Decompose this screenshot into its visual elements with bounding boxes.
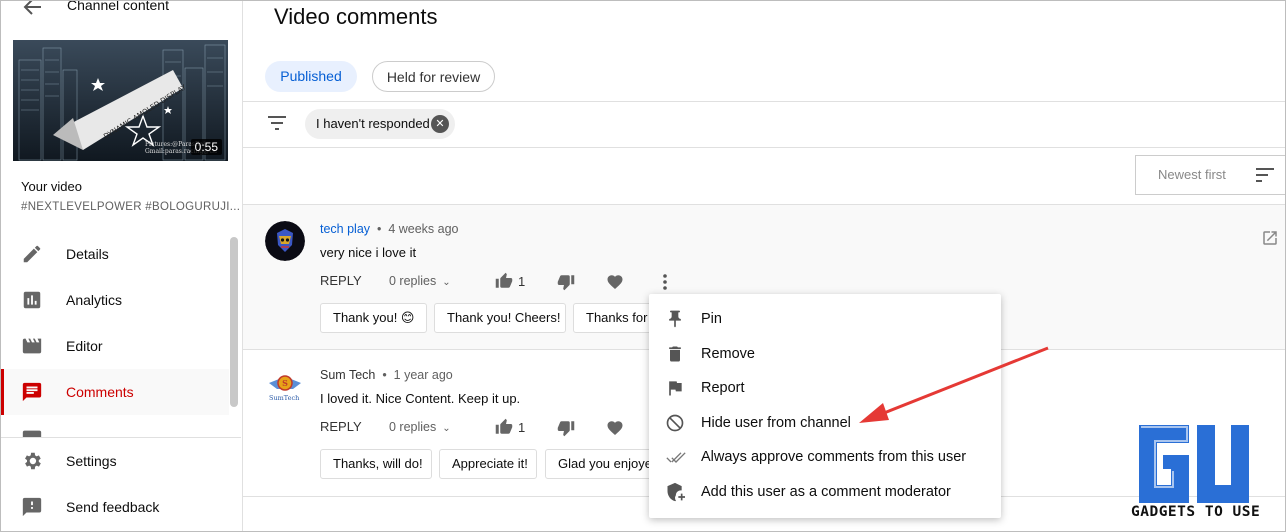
sidebar-bottom-nav: Settings Send feedback — [1, 437, 241, 530]
filter-chip[interactable]: I haven't responded ✕ — [305, 109, 455, 139]
app-frame: Channel content DYNAMIC AMOLED DISPLAY P… — [0, 0, 1286, 532]
sidebar-item-analytics[interactable]: Analytics — [1, 277, 229, 323]
replies-count: 0 replies — [389, 420, 437, 434]
avatar-text: SumTech — [269, 394, 300, 402]
divider — [243, 147, 1285, 148]
menu-item-label: Hide user from channel — [701, 415, 851, 431]
heart-icon[interactable] — [606, 419, 624, 437]
thumbs-up-icon[interactable] — [494, 418, 514, 436]
gear-icon — [25, 452, 41, 470]
comment-text: I loved it. Nice Content. Keep it up. — [320, 391, 521, 406]
quick-reply-chip[interactable]: Appreciate it! — [439, 449, 537, 479]
sidebar: Channel content DYNAMIC AMOLED DISPLAY P… — [1, 0, 243, 531]
avatar-image — [265, 221, 305, 261]
comment-author[interactable]: Sum Tech — [320, 368, 375, 382]
avatar[interactable] — [265, 221, 305, 261]
menu-item-label: Add this user as a comment moderator — [701, 484, 951, 500]
chevron-down-icon: ⌄ — [442, 277, 451, 288]
comment-time: 1 year ago — [393, 368, 453, 382]
thumbs-down-icon[interactable] — [556, 419, 576, 437]
filter-chip-label: I haven't responded — [316, 116, 430, 131]
comments-icon — [22, 382, 42, 402]
quick-reply-chip[interactable]: Thanks, will do! — [320, 449, 432, 479]
sort-label: Newest first — [1158, 167, 1226, 182]
sidebar-item-label: Send feedback — [66, 499, 160, 515]
filter-icon[interactable] — [267, 115, 287, 131]
comment-text: very nice i love it — [320, 245, 417, 260]
watermark-text: GADGETS TO USE — [1131, 504, 1261, 520]
clapperboard-icon — [22, 338, 42, 354]
sidebar-nav: Details Analytics Editor Comments — [1, 231, 241, 461]
menu-item-always-approve[interactable]: Always approve comments from this user — [649, 440, 1001, 474]
sort-dropdown[interactable]: Newest first — [1135, 155, 1285, 195]
your-video-label: Your video — [21, 179, 82, 194]
back-arrow-icon[interactable] — [23, 0, 43, 16]
quick-reply-chip[interactable]: Glad you enjoyed — [545, 449, 655, 479]
like-count: 1 — [518, 274, 526, 289]
comment-context-menu: Pin Remove Report Hide user from channel… — [649, 294, 1001, 518]
tab-held-for-review[interactable]: Held for review — [372, 61, 495, 92]
menu-item-label: Remove — [701, 346, 755, 362]
back-label: Channel content — [67, 0, 169, 13]
sidebar-item-editor[interactable]: Editor — [1, 323, 229, 369]
video-tags[interactable]: #NEXTLEVELPOWER #BOLOGURUJI... — [21, 201, 240, 213]
double-check-icon — [666, 452, 686, 463]
menu-item-pin[interactable]: Pin — [649, 302, 1001, 336]
shield-add-icon — [667, 482, 685, 502]
replies-count: 0 replies — [389, 274, 437, 288]
divider — [243, 101, 1285, 102]
sidebar-item-label: Analytics — [66, 292, 123, 308]
page-title: Video comments — [274, 4, 438, 29]
pencil-icon — [23, 245, 41, 263]
sidebar-item-label: Editor — [66, 338, 103, 354]
close-icon[interactable]: ✕ — [431, 115, 449, 133]
menu-item-report[interactable]: Report — [649, 371, 1001, 405]
menu-item-label: Always approve comments from this user — [701, 449, 967, 465]
replies-toggle[interactable]: 0 replies ⌄ — [389, 420, 451, 434]
sidebar-scrollbar[interactable] — [230, 237, 238, 407]
comment-author-line: tech play • 4 weeks ago — [320, 222, 459, 236]
analytics-icon — [23, 291, 41, 309]
video-duration: 0:55 — [190, 139, 222, 155]
like-count: 1 — [518, 420, 526, 435]
back-row[interactable]: Channel content — [1, 0, 243, 25]
sidebar-item-details[interactable]: Details — [1, 231, 229, 277]
sidebar-item-label: Settings — [66, 453, 117, 469]
menu-item-label: Pin — [701, 311, 722, 327]
reply-button[interactable]: REPLY — [320, 419, 362, 434]
sidebar-item-label: Details — [66, 246, 109, 262]
thumbs-up-icon[interactable] — [494, 272, 514, 290]
sidebar-item-settings[interactable]: Settings — [1, 438, 229, 484]
comment-author-line: Sum Tech • 1 year ago — [320, 368, 453, 382]
chevron-down-icon: ⌄ — [442, 423, 451, 434]
video-thumbnail[interactable]: DYNAMIC AMOLED DISPLAY Pictures:@ParasRa… — [13, 40, 228, 161]
sort-icon — [1256, 168, 1274, 182]
svg-text:S: S — [282, 378, 288, 388]
feedback-icon — [22, 497, 42, 517]
more-options-icon[interactable] — [660, 273, 670, 291]
thumbs-down-icon[interactable] — [556, 273, 576, 291]
sidebar-item-comments[interactable]: Comments — [1, 369, 229, 415]
comment-actions: REPLY 0 replies ⌄ 1 — [320, 272, 720, 293]
tab-published[interactable]: Published — [265, 61, 357, 92]
quick-reply-chip[interactable]: Thank you! 😊 — [320, 303, 427, 333]
sidebar-item-feedback[interactable]: Send feedback — [1, 484, 229, 530]
menu-item-hide-user[interactable]: Hide user from channel — [649, 406, 1001, 440]
trash-icon — [669, 346, 681, 362]
pin-icon — [669, 310, 681, 328]
quick-reply-chip[interactable]: Thank you! Cheers! — [434, 303, 566, 333]
comment-author[interactable]: tech play — [320, 222, 370, 236]
flag-icon — [669, 381, 682, 396]
block-icon — [666, 414, 684, 432]
replies-toggle[interactable]: 0 replies ⌄ — [389, 274, 451, 288]
menu-item-remove[interactable]: Remove — [649, 337, 1001, 371]
avatar[interactable]: S SumTech — [265, 367, 305, 407]
reply-button[interactable]: REPLY — [320, 273, 362, 288]
comment-time: 4 weeks ago — [388, 222, 459, 236]
sidebar-item-label: Comments — [66, 384, 134, 400]
heart-icon[interactable] — [606, 273, 624, 291]
menu-item-add-moderator[interactable]: Add this user as a comment moderator — [649, 475, 1001, 509]
menu-item-label: Report — [701, 380, 745, 396]
open-external-icon[interactable] — [1261, 229, 1279, 247]
